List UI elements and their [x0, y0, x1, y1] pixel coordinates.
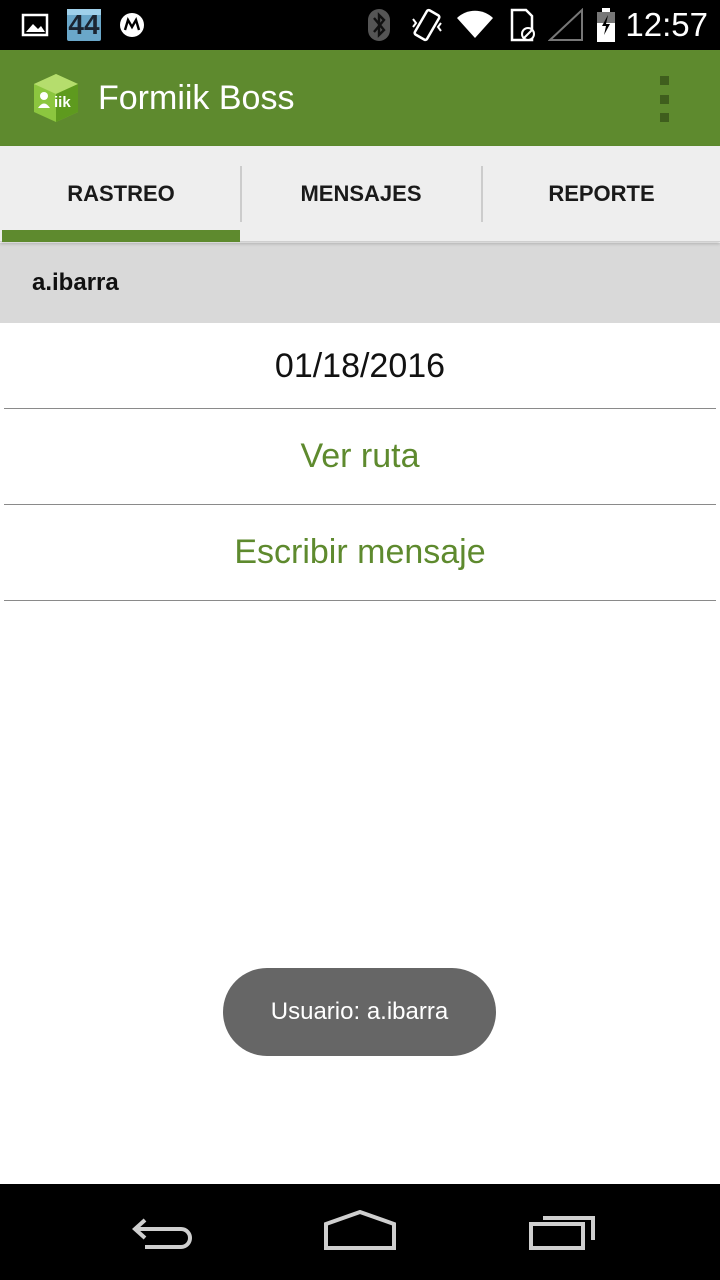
app-logo-text: iik — [54, 94, 71, 111]
view-route-button[interactable]: Ver ruta — [4, 409, 716, 505]
tab-selected-indicator — [2, 230, 240, 242]
sim-icon — [508, 0, 536, 50]
home-icon[interactable] — [315, 1202, 405, 1262]
image-icon — [20, 0, 50, 50]
vibrate-icon — [410, 0, 444, 50]
toast-message: Usuario: a.ibarra — [223, 968, 496, 1056]
date-row[interactable]: 01/18/2016 — [4, 324, 716, 409]
bluetooth-icon — [366, 0, 392, 50]
navigation-bar — [0, 1184, 720, 1280]
signal-icon — [548, 0, 584, 50]
status-bar: 44 12:57 — [0, 0, 720, 50]
recent-apps-icon[interactable] — [517, 1202, 607, 1262]
tab-rastreo[interactable]: RASTREO — [2, 146, 240, 242]
tab-bar: RASTREO MENSAJES REPORTE — [0, 146, 720, 242]
battery-icon — [594, 0, 618, 50]
overflow-menu-icon[interactable] — [646, 76, 682, 122]
back-icon[interactable] — [115, 1202, 205, 1262]
app-title: Formiik Boss — [98, 79, 295, 117]
app-logo-icon: iik — [30, 72, 82, 124]
notification-count: 44 — [68, 9, 100, 40]
tab-mensajes[interactable]: MENSAJES — [242, 146, 480, 242]
badge-44-icon: 44 — [66, 0, 102, 50]
action-bar: iik Formiik Boss — [0, 50, 720, 146]
wifi-icon — [456, 0, 494, 50]
username-label: a.ibarra — [32, 269, 119, 296]
status-time: 12:57 — [625, 6, 708, 43]
write-message-button[interactable]: Escribir mensaje — [4, 505, 716, 601]
motorola-icon — [118, 0, 146, 50]
user-header: a.ibarra — [0, 243, 720, 323]
tab-reporte[interactable]: REPORTE — [483, 146, 720, 242]
